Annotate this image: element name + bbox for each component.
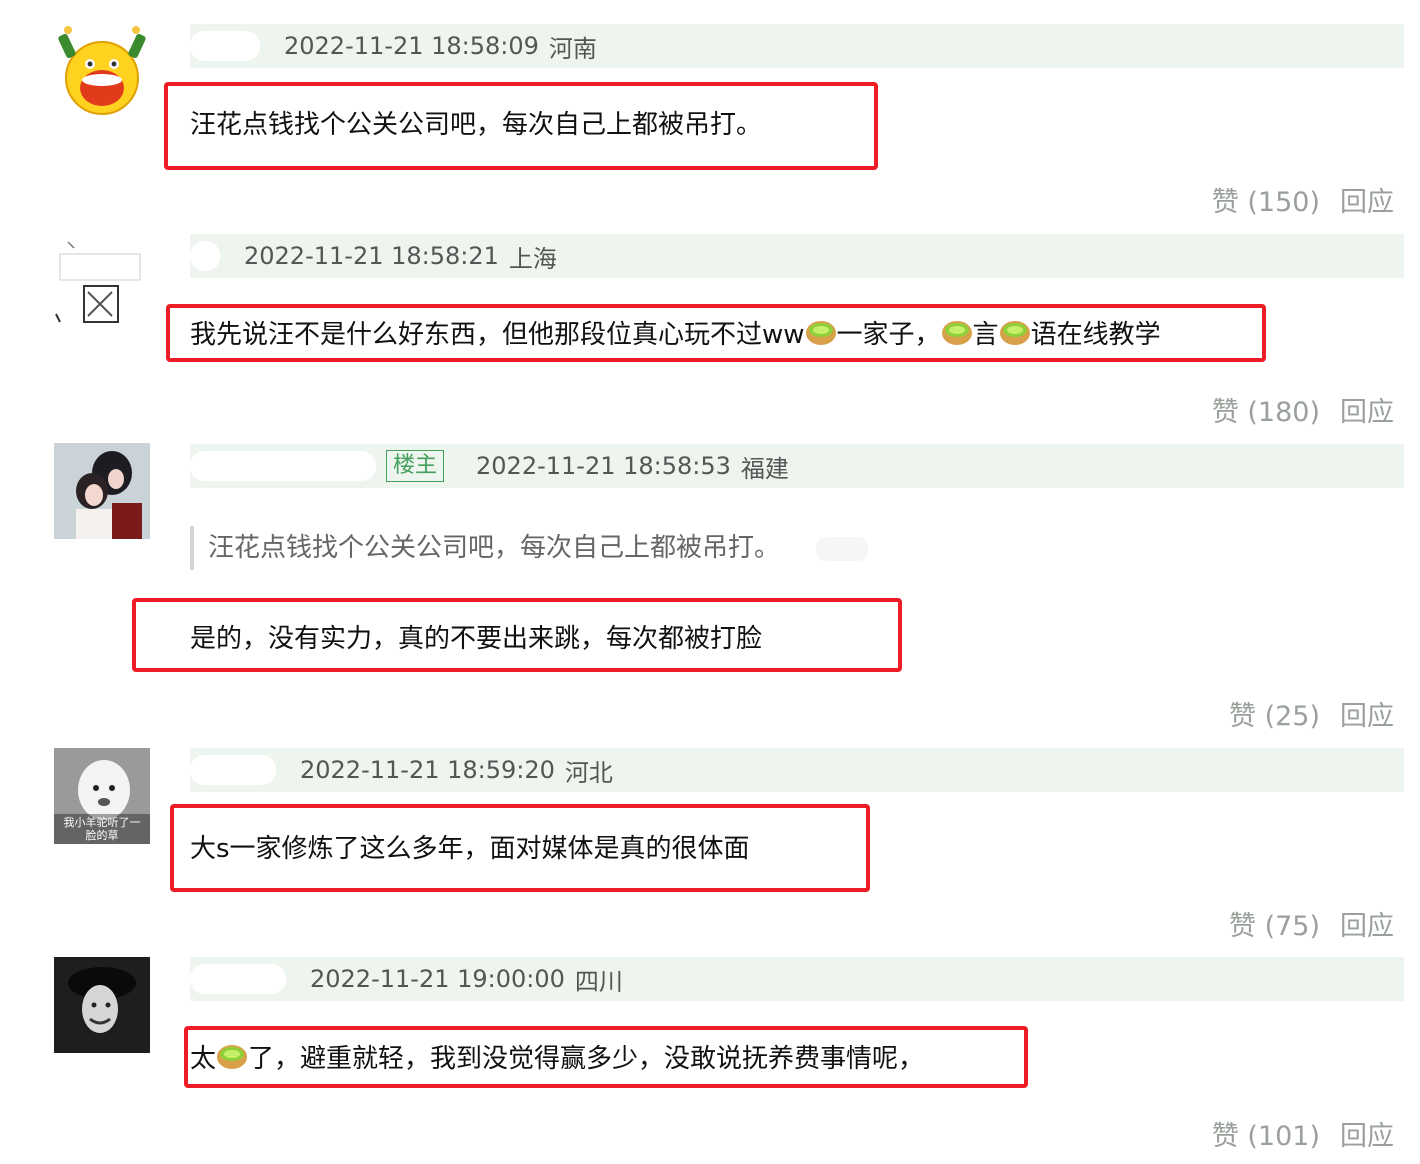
timestamp: 2022-11-21 18:58:21 <box>244 242 499 270</box>
avatar-caption: 我小羊驼听了一脸的草 <box>63 816 141 842</box>
like-button[interactable]: 赞 (25) <box>1229 694 1320 733</box>
like-button[interactable]: 赞 (180) <box>1212 390 1320 429</box>
timestamp: 2022-11-21 18:59:20 <box>300 756 555 784</box>
like-button[interactable]: 赞 (150) <box>1212 180 1320 219</box>
bw-portrait-avatar <box>54 957 150 1053</box>
comment-actions: 赞 (25) 回应 <box>1229 694 1394 733</box>
op-badge: 楼主 <box>386 450 445 482</box>
highlight-box <box>184 1026 1028 1088</box>
highlight-box <box>132 598 902 672</box>
highlight-box <box>164 82 878 170</box>
comment-meta: 2022-11-21 19:00:00 四川 <box>190 957 1404 1001</box>
avatar[interactable] <box>54 22 150 118</box>
highlight-box <box>170 804 870 892</box>
reply-button[interactable]: 回应 <box>1340 180 1394 219</box>
like-button[interactable]: 赞 (75) <box>1229 904 1320 943</box>
avatar[interactable] <box>54 236 150 332</box>
avatar[interactable]: 我小羊驼听了一脸的草 <box>54 748 150 844</box>
reply-button[interactable]: 回应 <box>1340 904 1394 943</box>
highlight-box <box>166 304 1266 362</box>
comment-actions: 赞 (101) 回应 <box>1212 1114 1394 1153</box>
reply-button[interactable]: 回应 <box>1340 390 1394 429</box>
location: 福建 <box>740 454 789 483</box>
celebrate-emoji-avatar <box>58 26 146 115</box>
location: 上海 <box>508 244 557 273</box>
username-redacted[interactable] <box>190 964 286 994</box>
comment-meta: 楼主 2022-11-21 18:58:53 福建 <box>190 444 1404 488</box>
location: 河北 <box>564 758 613 787</box>
comment-meta: 2022-11-21 18:59:20 河北 <box>190 748 1404 792</box>
sketch-avatar <box>55 241 141 323</box>
avatar[interactable] <box>54 443 150 539</box>
username-redacted[interactable] <box>190 31 260 61</box>
reply-button[interactable]: 回应 <box>1340 694 1394 733</box>
reply-button[interactable]: 回应 <box>1340 1114 1394 1153</box>
anime-couple-avatar <box>54 443 150 539</box>
timestamp: 2022-11-21 19:00:00 <box>310 965 565 993</box>
quoted-comment: 汪花点钱找个公关公司吧，每次自己上都被吊打。 <box>190 526 869 570</box>
avatar[interactable] <box>54 957 150 1053</box>
username-redacted[interactable] <box>190 451 376 481</box>
location: 四川 <box>574 967 623 996</box>
username-redacted[interactable] <box>190 241 220 271</box>
quote-text: 汪花点钱找个公关公司吧，每次自己上都被吊打。 <box>208 533 781 563</box>
timestamp: 2022-11-21 18:58:09 <box>284 32 539 60</box>
quote-author-redacted[interactable] <box>816 536 869 561</box>
comment-actions: 赞 (180) 回应 <box>1212 390 1394 429</box>
location: 河南 <box>548 34 597 63</box>
comment-actions: 赞 (75) 回应 <box>1229 904 1394 943</box>
comment-meta: 2022-11-21 18:58:09 河南 <box>190 24 1404 68</box>
timestamp: 2022-11-21 18:58:53 <box>476 452 731 480</box>
username-redacted[interactable] <box>190 755 276 785</box>
comment-actions: 赞 (150) 回应 <box>1212 180 1394 219</box>
like-button[interactable]: 赞 (101) <box>1212 1114 1320 1153</box>
comment-meta: 2022-11-21 18:58:21 上海 <box>190 234 1404 278</box>
